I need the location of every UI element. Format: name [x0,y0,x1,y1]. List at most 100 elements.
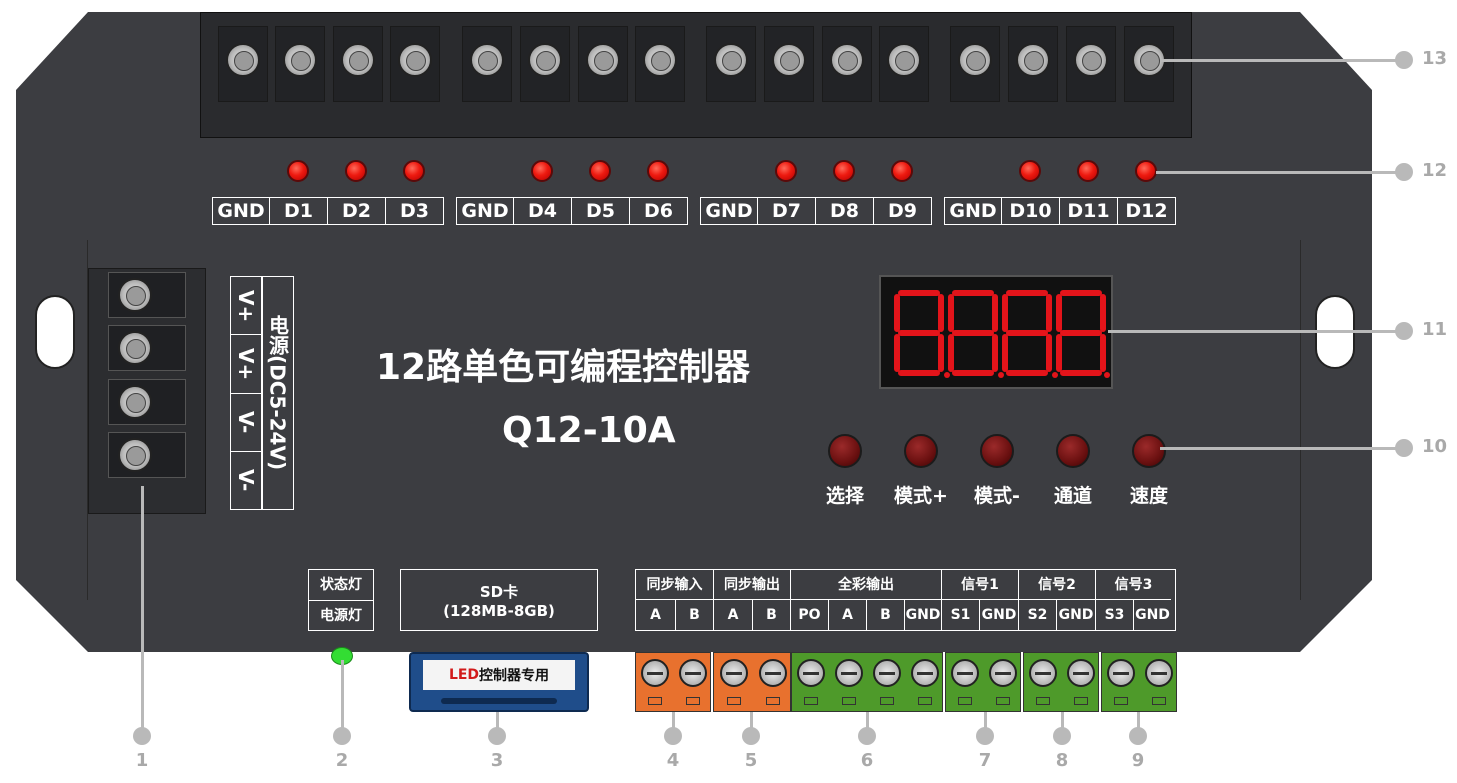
terminal-screw-icon[interactable] [1107,659,1135,687]
power-terminal-screw-icon[interactable] [118,438,152,472]
terminal-screw-icon[interactable] [283,43,317,77]
callout-dot [333,727,351,745]
sd-card-label: SD卡 [479,582,519,601]
signal-pin-label: S1 [941,600,979,630]
terminal-screw-icon[interactable] [226,43,260,77]
control-button[interactable] [1056,434,1090,468]
terminal-screw-icon[interactable] [835,659,863,687]
signal-pin-label: GND [904,600,941,630]
sd-card-label-box: SD卡 (128MB-8GB) [400,569,598,631]
terminal-screw-icon[interactable] [887,43,921,77]
terminal-screw-icon[interactable] [797,659,825,687]
callout-line [1160,59,1404,62]
terminal-wire-slot [686,697,700,705]
callout-number: 2 [335,750,349,771]
channel-label-group: GND D10 D11 D12 [944,197,1176,225]
power-terminal-screw-icon[interactable] [118,278,152,312]
control-button[interactable] [1132,434,1166,468]
terminal-screw-icon[interactable] [341,43,375,77]
terminal-screw-icon[interactable] [758,659,787,687]
callout-number: 6 [860,750,874,771]
terminal-screw-icon[interactable] [679,659,707,687]
terminal-screw-icon[interactable] [641,659,669,687]
signal-pin-label: B [675,600,713,630]
callout-dot [488,727,506,745]
power-terminal-label-column: V+ V+ V- V- [230,276,262,510]
sd-card-slot[interactable]: LED 控制器专用 [409,652,589,712]
terminal-screw-icon[interactable] [772,43,806,77]
callout-number: 11 [1422,319,1448,340]
power-terminal-label-text: V- [234,469,258,492]
callout-dot [1395,322,1413,340]
terminal-wire-slot [842,697,856,705]
callout-number: 10 [1422,436,1448,457]
control-button[interactable] [980,434,1014,468]
control-button-label: 模式+ [894,485,948,507]
terminal-screw-icon[interactable] [830,43,864,77]
terminal-screw-icon[interactable] [958,43,992,77]
callout-number: 3 [490,750,504,771]
channel-label: D2 [327,198,385,224]
power-spec-label: 电源(DC5-24V) [262,276,294,510]
signal-group-label: 信号3 [1095,570,1171,600]
terminal-screw-icon[interactable] [470,43,504,77]
channel-label-group: GND D4 D5 D6 [456,197,688,225]
power-terminal-screw-icon[interactable] [118,331,152,365]
terminal-wire-slot [958,697,972,705]
terminal-screw-icon[interactable] [1016,43,1050,77]
terminal-screw-icon[interactable] [714,43,748,77]
power-terminal-label: V- [231,392,261,451]
terminal-screw-icon[interactable] [1074,43,1108,77]
signal-group-label: 同步输入 [636,570,713,600]
terminal-screw-icon[interactable] [951,659,979,687]
channel-led-icon [345,160,367,182]
signal-group-label: 信号2 [1018,570,1095,600]
terminal-screw-icon[interactable] [1145,659,1173,687]
channel-led-icon [1135,160,1157,182]
callout-dot [742,727,760,745]
channel-led-icon [403,160,425,182]
control-button[interactable] [828,434,862,468]
terminal-screw-icon[interactable] [528,43,562,77]
signal1-terminal [945,652,1021,712]
power-terminal-label-text: V+ [234,347,258,380]
channel-label: D3 [385,198,443,224]
seven-segment-display [879,275,1113,389]
terminal-screw-icon[interactable] [911,659,939,687]
terminal-screw-icon[interactable] [719,659,748,687]
product-title: 12路单色可编程控制器 [376,347,751,388]
control-button[interactable] [904,434,938,468]
sd-sticker-text: 控制器专用 [479,668,550,684]
terminal-screw-icon[interactable] [1029,659,1057,687]
signal2-terminal [1023,652,1099,712]
terminal-wire-slot [765,697,780,705]
callout-number: 12 [1422,160,1448,181]
power-terminal-label: V+ [231,334,261,392]
terminal-screw-icon[interactable] [586,43,620,77]
channel-led-icon [531,160,553,182]
terminal-screw-icon[interactable] [643,43,677,77]
callout-dot [133,727,151,745]
callout-number: 4 [666,750,680,771]
terminal-screw-icon[interactable] [989,659,1017,687]
power-terminal-label-text: V- [234,410,258,434]
terminal-screw-icon[interactable] [873,659,901,687]
full-color-output-terminal [791,652,943,712]
terminal-wire-slot [648,697,662,705]
terminal-wire-slot [1152,697,1166,705]
power-terminal-screw-icon[interactable] [118,385,152,419]
control-button-label: 选择 [825,485,864,507]
terminal-wire-slot [1074,697,1088,705]
terminal-screw-icon[interactable] [1067,659,1095,687]
channel-label: D1 [269,198,327,224]
channel-label: D7 [757,198,815,224]
terminal-screw-icon[interactable] [398,43,432,77]
terminal-wire-slot [804,697,818,705]
callout-dot [1053,727,1071,745]
callout-line [141,486,144,736]
callout-dot [976,727,994,745]
callout-number: 9 [1131,750,1145,771]
display-digits [894,290,1110,378]
callout-dot [1395,439,1413,457]
signal-pin-label: A [650,607,661,623]
